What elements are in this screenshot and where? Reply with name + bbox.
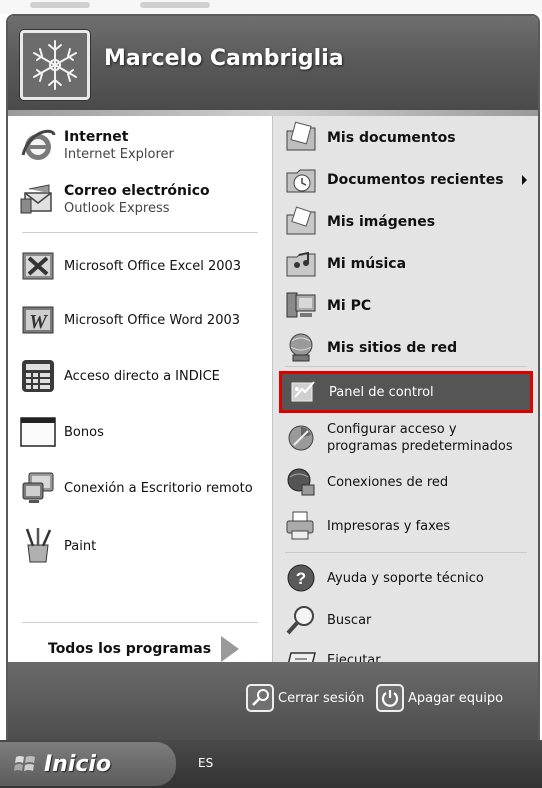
printers-item[interactable]: Impresoras y faxes bbox=[281, 506, 535, 546]
control-panel-icon bbox=[283, 372, 323, 412]
user-header: Marcelo Cambriglia bbox=[8, 16, 538, 110]
language-indicator[interactable]: ES bbox=[198, 756, 213, 770]
programs-panel: Internet Internet Explorer Correo electr… bbox=[8, 116, 272, 662]
network-connections-item[interactable]: Conexiones de red bbox=[281, 462, 535, 502]
place-my-pictures[interactable]: Mis imágenes bbox=[281, 202, 535, 242]
internet-explorer-icon bbox=[18, 126, 58, 166]
recent-documents-icon bbox=[281, 160, 321, 200]
paint-label: Paint bbox=[64, 538, 97, 554]
documents-folder-icon bbox=[281, 118, 321, 158]
network-connections-icon bbox=[281, 462, 321, 502]
remote-desktop-label: Conexión a Escritorio remoto bbox=[64, 480, 253, 496]
shutdown-label: Apagar equipo bbox=[408, 690, 504, 706]
recent-paint[interactable]: Paint bbox=[18, 526, 96, 566]
control-panel-item[interactable]: Panel de control bbox=[283, 372, 531, 412]
help-icon: ? bbox=[281, 558, 321, 598]
outlook-express-icon bbox=[18, 180, 58, 220]
all-programs-label: Todos los programas bbox=[48, 641, 212, 657]
place-recent-documents[interactable]: Documentos recientes bbox=[281, 160, 535, 200]
pictures-folder-icon bbox=[281, 202, 321, 242]
my-computer-icon bbox=[281, 286, 321, 326]
place-my-music[interactable]: Mi música bbox=[281, 244, 535, 284]
printer-icon bbox=[281, 506, 321, 546]
help-item[interactable]: ? Ayuda y soporte técnico bbox=[281, 558, 535, 598]
recent-remote-desktop[interactable]: Conexión a Escritorio remoto bbox=[18, 468, 253, 508]
start-button[interactable]: Inicio bbox=[0, 742, 176, 786]
place-network-places[interactable]: Mis sitios de red bbox=[281, 328, 535, 368]
all-programs-separator bbox=[22, 622, 258, 623]
menu-footer: Cerrar sesión Apagar equipo bbox=[8, 662, 538, 742]
logoff-button[interactable]: Cerrar sesión bbox=[246, 684, 364, 712]
indice-label: Acceso directo a INDICE bbox=[64, 368, 220, 384]
recent-documents-label: Documentos recientes bbox=[327, 172, 504, 188]
my-music-label: Mi música bbox=[327, 256, 407, 272]
recent-excel[interactable]: Microsoft Office Excel 2003 bbox=[18, 246, 241, 286]
search-item[interactable]: Buscar bbox=[281, 600, 535, 640]
my-computer-label: Mi PC bbox=[327, 298, 372, 314]
user-name: Marcelo Cambriglia bbox=[104, 46, 344, 71]
windows-flag-icon bbox=[14, 753, 36, 775]
help-separator bbox=[285, 552, 527, 553]
places-panel: Mis documentos Documentos recientes Mis … bbox=[272, 116, 538, 670]
help-label: Ayuda y soporte técnico bbox=[327, 570, 484, 586]
all-programs-button[interactable]: Todos los programas bbox=[48, 636, 240, 662]
taskbar: Inicio ES bbox=[0, 740, 542, 788]
user-avatar[interactable] bbox=[20, 30, 90, 100]
recent-word[interactable]: W Microsoft Office Word 2003 bbox=[18, 300, 240, 340]
word-label: Microsoft Office Word 2003 bbox=[64, 312, 241, 328]
svg-text:?: ? bbox=[296, 569, 306, 588]
email-title: Correo electrónico bbox=[64, 183, 210, 199]
my-pictures-label: Mis imágenes bbox=[327, 214, 436, 230]
network-places-label: Mis sitios de red bbox=[327, 340, 458, 356]
program-access-icon bbox=[281, 418, 321, 458]
calculator-icon bbox=[18, 356, 58, 396]
program-access-line1: Configurar acceso y bbox=[327, 422, 457, 437]
network-connections-label: Conexiones de red bbox=[327, 474, 449, 490]
power-icon bbox=[376, 684, 404, 712]
key-icon bbox=[246, 684, 274, 712]
excel-icon bbox=[18, 246, 58, 286]
recent-indice[interactable]: Acceso directo a INDICE bbox=[18, 356, 220, 396]
program-access-item[interactable]: Configurar acceso y programas predetermi… bbox=[281, 418, 535, 458]
logoff-label: Cerrar sesión bbox=[278, 690, 365, 706]
network-places-icon bbox=[281, 328, 321, 368]
arrow-right-icon bbox=[221, 636, 240, 662]
search-label: Buscar bbox=[327, 612, 372, 628]
places-separator bbox=[285, 366, 527, 367]
printers-label: Impresoras y faxes bbox=[327, 518, 451, 534]
pinned-email[interactable]: Correo electrónico Outlook Express bbox=[18, 180, 210, 220]
email-subtitle: Outlook Express bbox=[64, 201, 170, 216]
window-icon bbox=[18, 412, 58, 452]
snowflake-icon bbox=[33, 40, 77, 90]
submenu-arrow-icon bbox=[522, 175, 527, 185]
pinned-separator bbox=[22, 232, 258, 233]
recent-bonos[interactable]: Bonos bbox=[18, 412, 104, 452]
place-my-computer[interactable]: Mi PC bbox=[281, 286, 535, 326]
remote-desktop-icon bbox=[18, 468, 58, 508]
word-icon: W bbox=[18, 300, 58, 340]
music-folder-icon bbox=[281, 244, 321, 284]
internet-subtitle: Internet Explorer bbox=[64, 147, 174, 162]
my-documents-label: Mis documentos bbox=[327, 130, 456, 146]
place-my-documents[interactable]: Mis documentos bbox=[281, 118, 535, 158]
background-window-strip bbox=[0, 0, 542, 14]
shutdown-button[interactable]: Apagar equipo bbox=[376, 684, 503, 712]
excel-label: Microsoft Office Excel 2003 bbox=[64, 258, 242, 274]
start-label: Inicio bbox=[44, 751, 112, 777]
pinned-internet[interactable]: Internet Internet Explorer bbox=[18, 126, 174, 166]
start-menu: Marcelo Cambriglia Internet Internet Exp… bbox=[6, 14, 540, 744]
control-panel-label: Panel de control bbox=[329, 384, 434, 400]
search-icon bbox=[281, 600, 321, 640]
paint-icon bbox=[18, 526, 58, 566]
program-access-line2: programas predeterminados bbox=[327, 439, 513, 454]
bonos-label: Bonos bbox=[64, 424, 104, 440]
internet-title: Internet bbox=[64, 129, 129, 145]
svg-text:W: W bbox=[29, 311, 48, 333]
